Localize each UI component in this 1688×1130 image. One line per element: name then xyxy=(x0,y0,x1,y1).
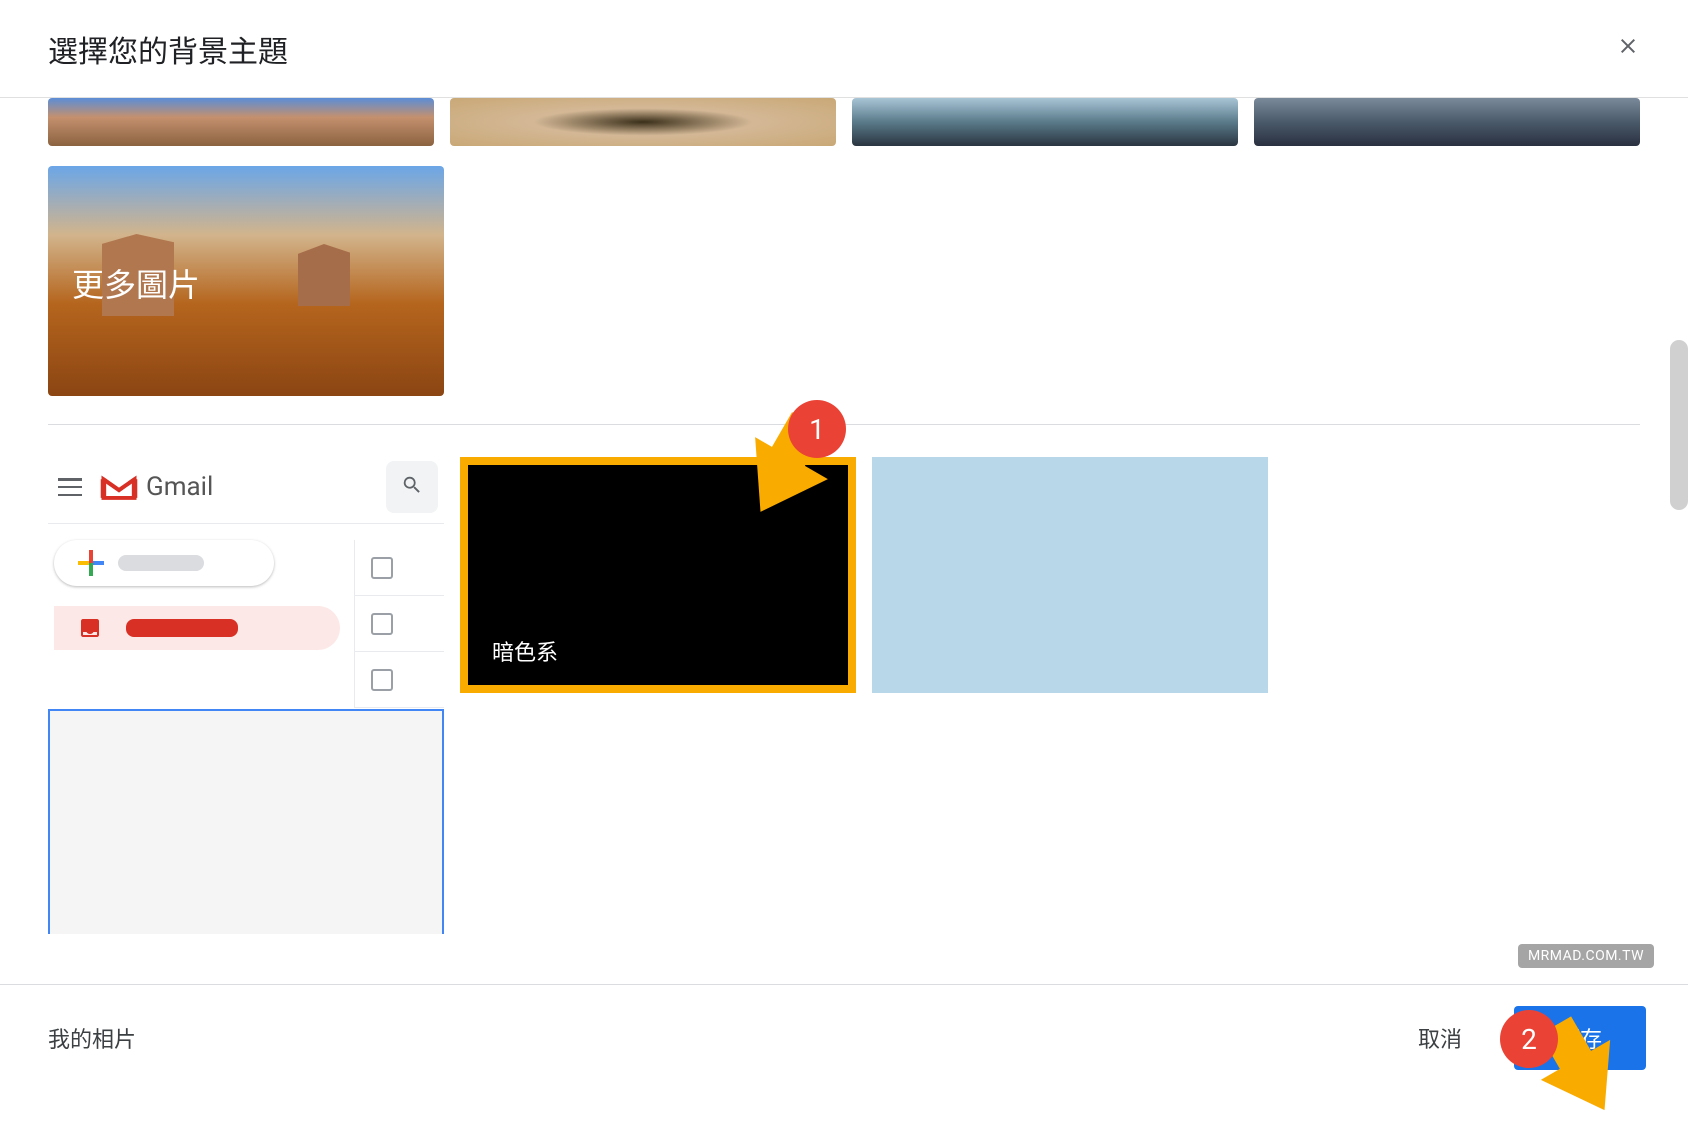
search-button xyxy=(386,461,438,513)
gmail-preview-sidebar xyxy=(48,540,354,708)
checkbox-icon xyxy=(371,669,393,691)
gmail-logo: Gmail xyxy=(100,472,213,502)
mail-row-preview xyxy=(355,596,444,652)
theme-swatch-label: 暗色系 xyxy=(492,635,558,667)
search-icon xyxy=(401,474,423,500)
checkbox-icon xyxy=(371,613,393,635)
my-photos-link[interactable]: 我的相片 xyxy=(48,1022,136,1054)
plus-icon xyxy=(78,550,104,576)
cancel-button[interactable]: 取消 xyxy=(1394,1010,1486,1066)
dialog-content: 更多圖片 1 Gmail xyxy=(0,98,1688,934)
close-button[interactable] xyxy=(1608,25,1648,73)
close-icon xyxy=(1616,33,1640,64)
watermark-label: MRMAD.COM.TW xyxy=(1518,944,1654,968)
inbox-icon xyxy=(78,616,102,640)
annotation-badge-2: 2 xyxy=(1500,1010,1558,1068)
gmail-m-icon xyxy=(100,473,138,501)
image-theme-row xyxy=(48,98,1640,146)
theme-image-thumbnail[interactable] xyxy=(48,98,434,146)
theme-image-thumbnail[interactable] xyxy=(1254,98,1640,146)
more-images-tile[interactable]: 更多圖片 xyxy=(48,166,444,396)
mail-row-preview xyxy=(355,652,444,708)
mail-list-preview xyxy=(354,540,444,708)
inbox-item-preview xyxy=(54,606,340,650)
gmail-label: Gmail xyxy=(146,472,213,502)
dialog-footer: 我的相片 取消 儲存 xyxy=(0,984,1688,1090)
compose-placeholder xyxy=(118,555,204,571)
scrollbar-thumb[interactable] xyxy=(1670,340,1688,510)
theme-preview-light[interactable]: Gmail xyxy=(48,457,444,693)
compose-button-preview xyxy=(54,540,274,586)
theme-swatch-lightblue[interactable] xyxy=(872,457,1268,693)
mail-row-preview xyxy=(355,540,444,596)
inbox-label-placeholder xyxy=(126,619,238,637)
dialog-header: 選擇您的背景主題 xyxy=(0,0,1688,98)
gmail-preview-body xyxy=(48,540,444,708)
dialog-title: 選擇您的背景主題 xyxy=(48,27,288,71)
hamburger-menu-icon xyxy=(58,478,82,496)
gmail-preview-header: Gmail xyxy=(48,457,444,524)
theme-grid: Gmail xyxy=(48,457,1640,934)
annotation-badge-1: 1 xyxy=(788,400,846,458)
checkbox-icon xyxy=(371,557,393,579)
theme-swatch-default[interactable] xyxy=(48,709,444,934)
theme-image-thumbnail[interactable] xyxy=(450,98,836,146)
more-images-label: 更多圖片 xyxy=(72,260,200,306)
theme-image-thumbnail[interactable] xyxy=(852,98,1238,146)
